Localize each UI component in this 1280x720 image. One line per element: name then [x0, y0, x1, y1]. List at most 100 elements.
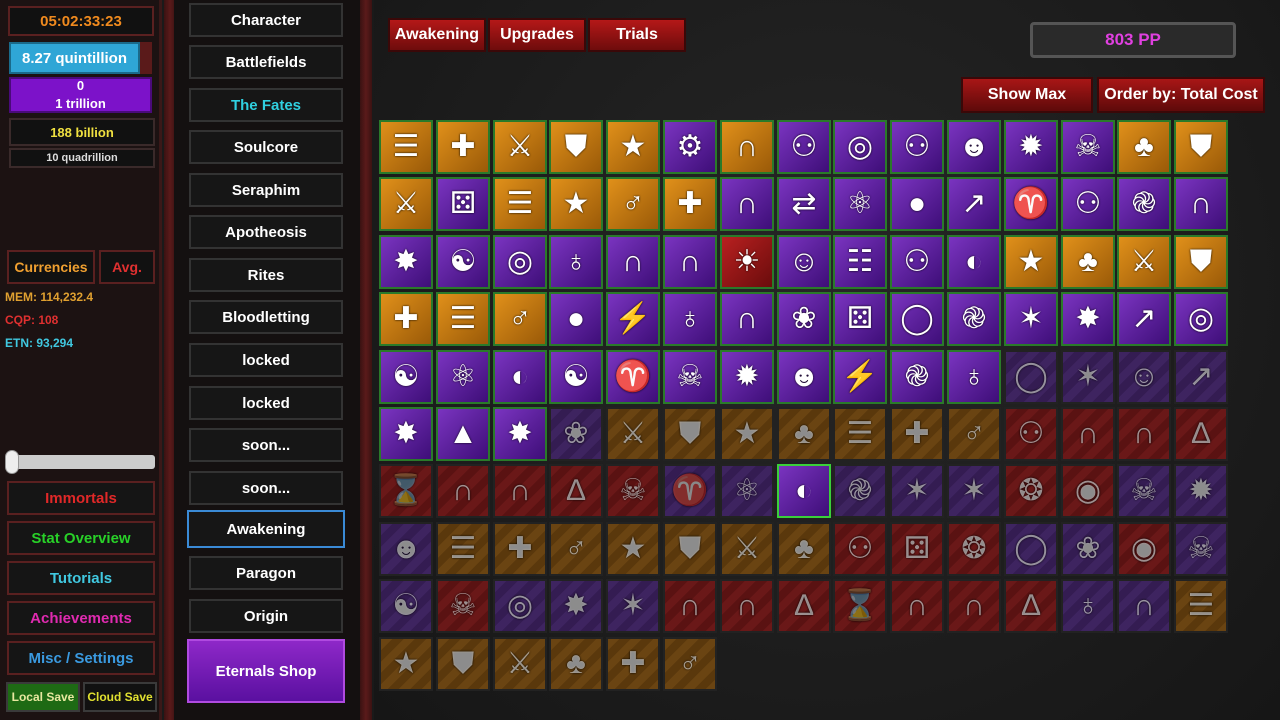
awakening-node[interactable]: ❂: [947, 522, 1001, 576]
awakening-node[interactable]: ⚛: [833, 177, 887, 231]
nav-item-bloodletting-7[interactable]: Bloodletting: [189, 300, 343, 334]
awakening-node[interactable]: ⚇: [1061, 177, 1115, 231]
awakening-node[interactable]: ✚: [663, 177, 717, 231]
awakening-node[interactable]: ⛊: [663, 522, 717, 576]
tab-currencies[interactable]: Currencies: [7, 250, 95, 284]
awakening-node[interactable]: ֎: [890, 350, 944, 404]
awakening-node[interactable]: ⚔: [720, 522, 774, 576]
awakening-node[interactable]: ∩: [720, 292, 774, 346]
awakening-node[interactable]: ☰: [493, 177, 547, 231]
awakening-node[interactable]: ◎: [833, 120, 887, 174]
awakening-node[interactable]: ◐: [493, 350, 547, 404]
awakening-node[interactable]: ⌛: [833, 579, 887, 633]
awakening-node[interactable]: ✸: [379, 235, 433, 289]
awakening-node[interactable]: ☰: [436, 292, 490, 346]
awakening-node[interactable]: ✶: [606, 579, 660, 633]
awakening-node[interactable]: ⌛: [379, 464, 433, 518]
awakening-node[interactable]: ★: [606, 120, 660, 174]
awakening-node[interactable]: ❀: [1061, 522, 1115, 576]
awakening-node[interactable]: ★: [1004, 235, 1058, 289]
awakening-node[interactable]: ☠: [436, 579, 490, 633]
awakening-node[interactable]: ⚡: [833, 350, 887, 404]
awakening-node[interactable]: ◯: [1004, 522, 1058, 576]
awakening-node[interactable]: ✚: [890, 407, 944, 461]
nav-item-seraphim-4[interactable]: Seraphim: [189, 173, 343, 207]
awakening-node[interactable]: ✶: [890, 464, 944, 518]
awakening-node[interactable]: ✚: [606, 637, 660, 691]
awakening-node[interactable]: ∩: [1117, 407, 1171, 461]
awakening-node[interactable]: ⚇: [833, 522, 887, 576]
awakening-node[interactable]: ●: [890, 177, 944, 231]
awakening-node[interactable]: ☰: [436, 522, 490, 576]
awakening-node[interactable]: ∩: [720, 177, 774, 231]
awakening-node[interactable]: ♈: [606, 350, 660, 404]
awakening-node[interactable]: ⛊: [436, 637, 490, 691]
awakening-node[interactable]: ⚄: [833, 292, 887, 346]
awakening-node[interactable]: ☻: [379, 522, 433, 576]
awakening-node[interactable]: ☯: [549, 350, 603, 404]
awakening-node[interactable]: ✸: [1061, 292, 1115, 346]
awakening-node[interactable]: ◎: [1174, 292, 1228, 346]
awakening-node[interactable]: ∩: [720, 579, 774, 633]
awakening-node[interactable]: ▲: [436, 407, 490, 461]
nav-item-the-fates-2[interactable]: The Fates: [189, 88, 343, 122]
awakening-node[interactable]: ∩: [493, 464, 547, 518]
awakening-node[interactable]: ☀: [720, 235, 774, 289]
nav-item-paragon-13[interactable]: Paragon: [189, 556, 343, 590]
awakening-node[interactable]: ★: [549, 177, 603, 231]
awakening-node[interactable]: ∩: [720, 120, 774, 174]
awakening-node[interactable]: ●: [549, 292, 603, 346]
cloud-save-button[interactable]: Cloud Save: [83, 682, 157, 712]
awakening-node[interactable]: ⚛: [436, 350, 490, 404]
awakening-node[interactable]: ✹: [1174, 464, 1228, 518]
nav-item-locked-8[interactable]: locked: [189, 343, 343, 377]
awakening-node[interactable]: ⚇: [1004, 407, 1058, 461]
menu-achievements[interactable]: Achievements: [7, 601, 155, 635]
nav-item-soon-10[interactable]: soon...: [189, 428, 343, 462]
awakening-node[interactable]: ⛊: [549, 120, 603, 174]
awakening-node[interactable]: ✸: [493, 407, 547, 461]
awakening-node[interactable]: ↗: [1117, 292, 1171, 346]
awakening-node[interactable]: ✸: [549, 579, 603, 633]
awakening-node[interactable]: ☰: [1174, 579, 1228, 633]
order-by-button[interactable]: Order by: Total Cost: [1097, 77, 1265, 113]
nav-item-rites-6[interactable]: Rites: [189, 258, 343, 292]
awakening-node[interactable]: ☺: [1117, 350, 1171, 404]
awakening-node[interactable]: ∆: [549, 464, 603, 518]
awakening-node[interactable]: ⚛: [720, 464, 774, 518]
nav-item-awakening-12[interactable]: Awakening: [187, 510, 345, 548]
awakening-node[interactable]: ֎: [1117, 177, 1171, 231]
awakening-node[interactable]: ♁: [947, 350, 1001, 404]
awakening-node[interactable]: ∆: [1004, 579, 1058, 633]
awakening-node[interactable]: ❀: [777, 292, 831, 346]
awakening-node[interactable]: ♣: [1061, 235, 1115, 289]
awakening-node[interactable]: ✸: [379, 407, 433, 461]
awakening-node[interactable]: ◉: [1117, 522, 1171, 576]
awakening-node[interactable]: ⚔: [1117, 235, 1171, 289]
awakening-node[interactable]: ♁: [1061, 579, 1115, 633]
tab-upgrades[interactable]: Upgrades: [488, 18, 586, 52]
awakening-node[interactable]: ↗: [1174, 350, 1228, 404]
awakening-node[interactable]: ♂: [549, 522, 603, 576]
tab-trials[interactable]: Trials: [588, 18, 686, 52]
awakening-node[interactable]: ◉: [1061, 464, 1115, 518]
nav-item-character-0[interactable]: Character: [189, 3, 343, 37]
awakening-node[interactable]: ☠: [1174, 522, 1228, 576]
awakening-node[interactable]: ☻: [947, 120, 1001, 174]
awakening-node[interactable]: ⚔: [606, 407, 660, 461]
awakening-node[interactable]: ⚇: [890, 120, 944, 174]
awakening-node[interactable]: ֎: [833, 464, 887, 518]
awakening-node[interactable]: ⚄: [436, 177, 490, 231]
awakening-node[interactable]: ✚: [379, 292, 433, 346]
nav-item-origin-14[interactable]: Origin: [189, 599, 343, 633]
awakening-node[interactable]: ★: [720, 407, 774, 461]
menu-misc-settings[interactable]: Misc / Settings: [7, 641, 155, 675]
awakening-node[interactable]: ☯: [436, 235, 490, 289]
awakening-node[interactable]: ☯: [379, 579, 433, 633]
awakening-node[interactable]: ♣: [777, 522, 831, 576]
awakening-node[interactable]: ∩: [663, 235, 717, 289]
nav-item-soulcore-3[interactable]: Soulcore: [189, 130, 343, 164]
volume-slider-track[interactable]: [9, 455, 155, 469]
awakening-node[interactable]: ♈: [663, 464, 717, 518]
awakening-node[interactable]: ☠: [663, 350, 717, 404]
